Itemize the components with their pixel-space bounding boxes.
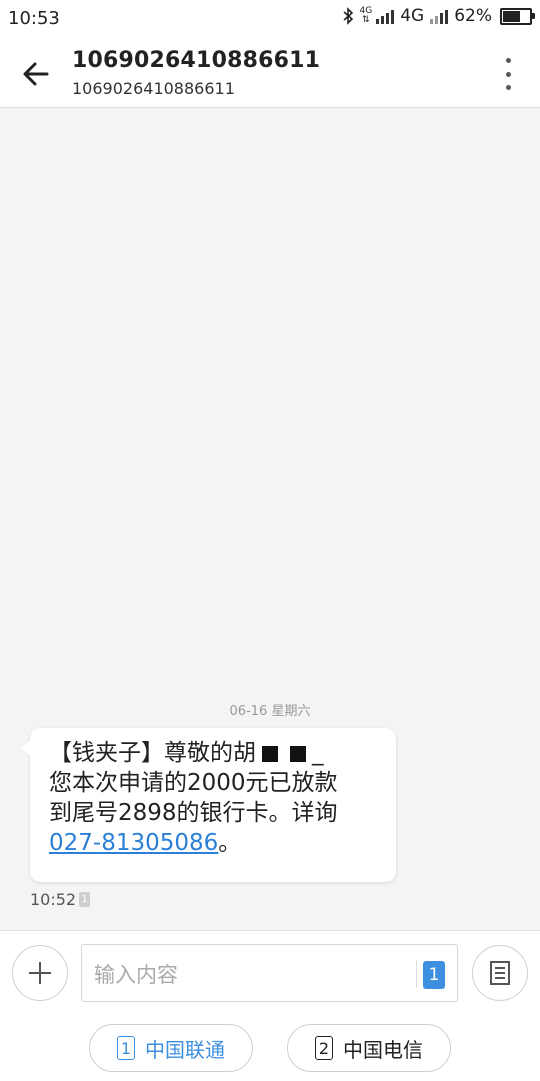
document-icon [490,961,510,985]
sim-1-icon: 1 [117,1036,135,1060]
redaction-block [290,745,306,762]
battery-fill [503,10,521,22]
more-vert-icon [505,58,511,63]
more-options-button[interactable] [498,58,518,90]
sim-select-badge[interactable]: 1 [423,961,445,989]
sim-badge-icon: 1 [79,892,91,907]
arrow-left-icon [23,62,49,86]
message-bubble[interactable]: 【钱夹子】尊敬的胡 _ 您本次申请的2000元已放款 到尾号2898的银行卡。详询… [21,728,396,882]
battery-icon [500,7,535,25]
network-type: 4G [400,6,425,26]
message-input-placeholder: 输入内容 [94,963,178,987]
sim-2-icon: 2 [315,1036,333,1060]
sim-1-label: 中国联通 [145,1037,225,1062]
contact-number-subtitle: 1069026410886611 [72,79,235,98]
battery-percent: 62% [454,6,492,26]
message-line-4: 027-81305086。 [49,830,242,856]
message-line-2: 您本次申请的2000元已放款 [49,770,338,796]
phone-link[interactable]: 027-81305086 [49,830,218,856]
signal-icon-sim2 [430,8,449,24]
sim-2-label: 中国电信 [343,1037,423,1062]
plus-icon [29,962,51,984]
compose-bar: 输入内容 1 1 中国联通 2 中国电信 [0,930,540,1081]
add-attachment-button[interactable] [12,945,68,1001]
signal-icon-sim1 [376,8,395,24]
network-type-small: 4G ⇅ [359,6,373,25]
status-time: 10:53 [8,8,60,29]
message-line-1: 【钱夹子】尊敬的胡 _ [49,740,324,766]
redaction-block [262,745,278,762]
bluetooth-icon [342,7,353,25]
message-input[interactable]: 输入内容 1 [81,944,458,1002]
conversation-header: 1069026410886611 1069026410886611 [0,38,540,108]
send-sim2-button[interactable]: 2 中国电信 [287,1024,451,1072]
status-icons: 4G ⇅ 4G 62% [342,6,535,26]
quick-text-button[interactable] [472,945,528,1001]
date-separator: 06-16 星期六 [229,704,311,719]
status-bar: 10:53 4G ⇅ 4G 62% [0,0,540,38]
input-divider [416,960,417,988]
message-timestamp: 10:52 1 [30,890,91,909]
message-line-3: 到尾号2898的银行卡。详询 [49,800,338,826]
send-sim1-button[interactable]: 1 中国联通 [89,1024,253,1072]
back-button[interactable] [18,56,54,92]
contact-number-title: 1069026410886611 [72,48,321,73]
